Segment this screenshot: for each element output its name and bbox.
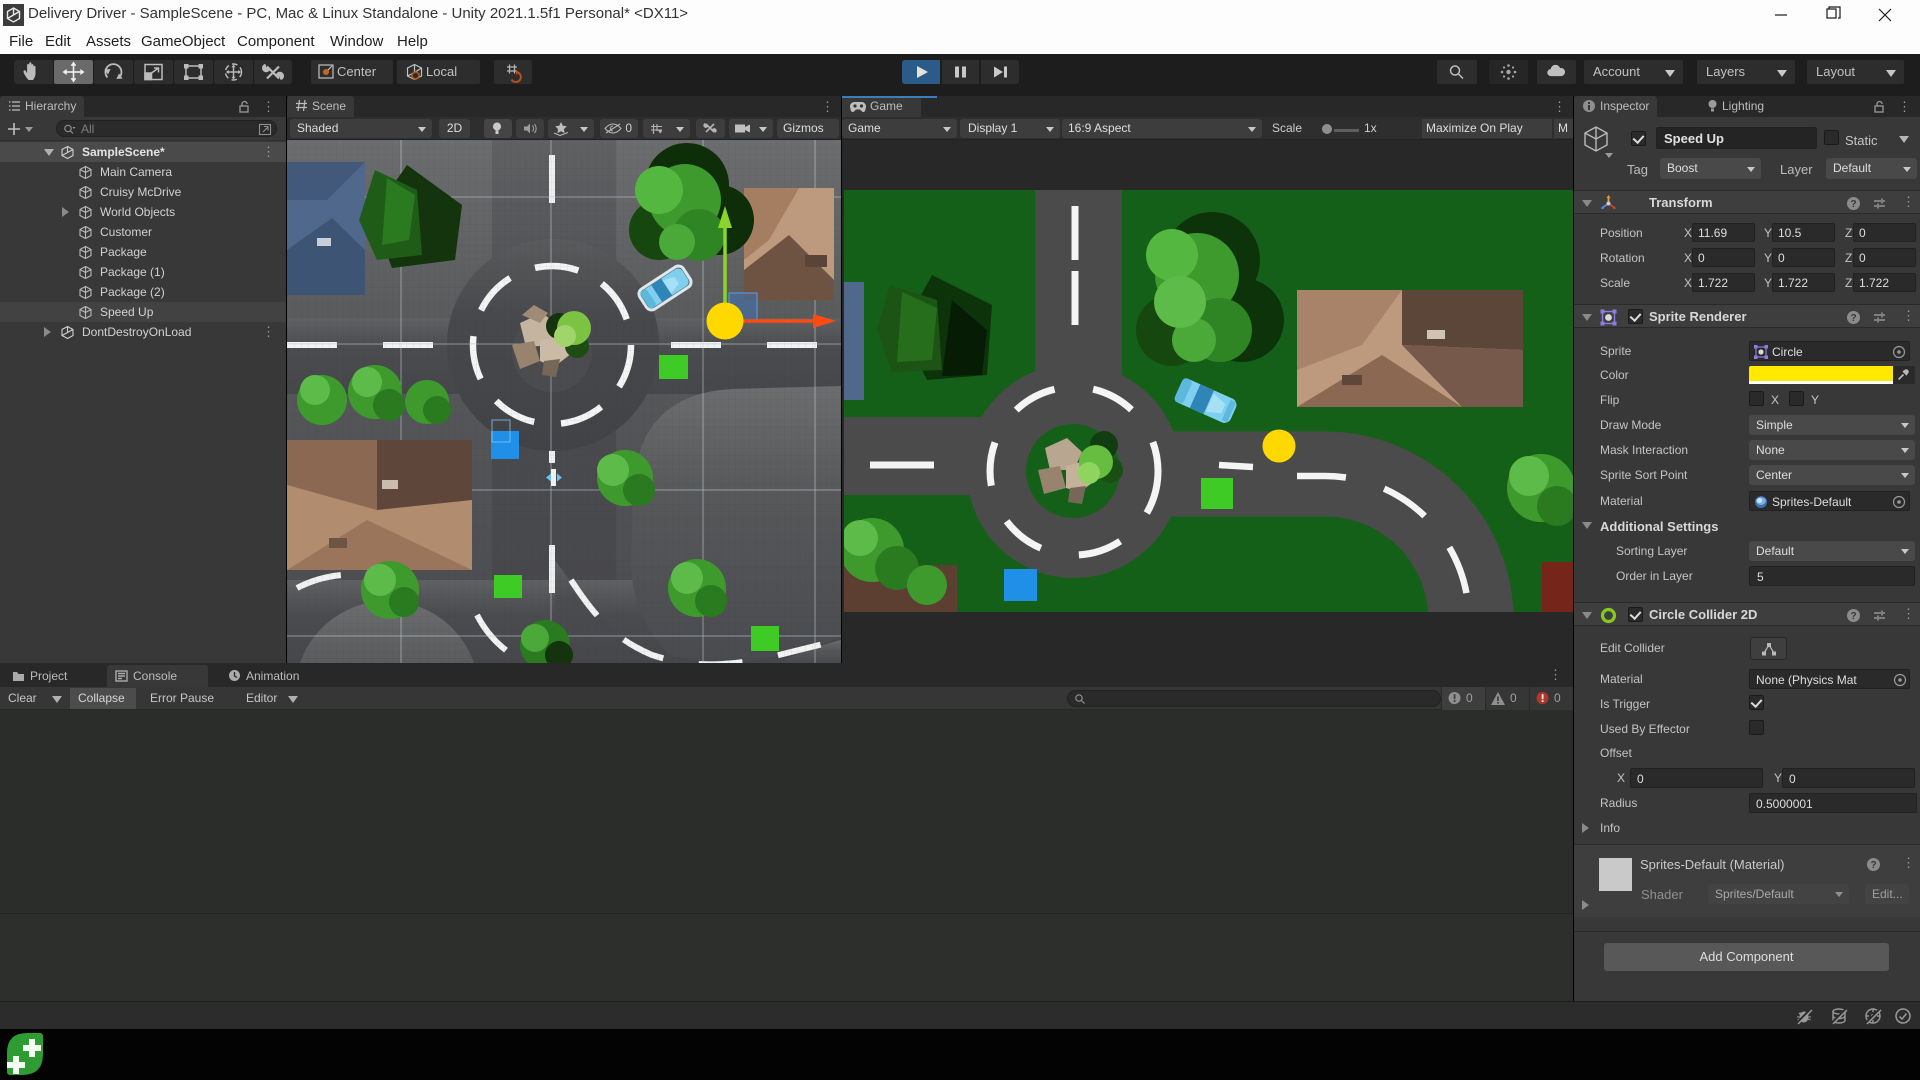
svg-text:?: ?: [1850, 611, 1856, 622]
svg-text:?: ?: [1870, 860, 1876, 871]
svg-text:?: ?: [1850, 199, 1856, 210]
svg-text:?: ?: [1850, 313, 1856, 324]
